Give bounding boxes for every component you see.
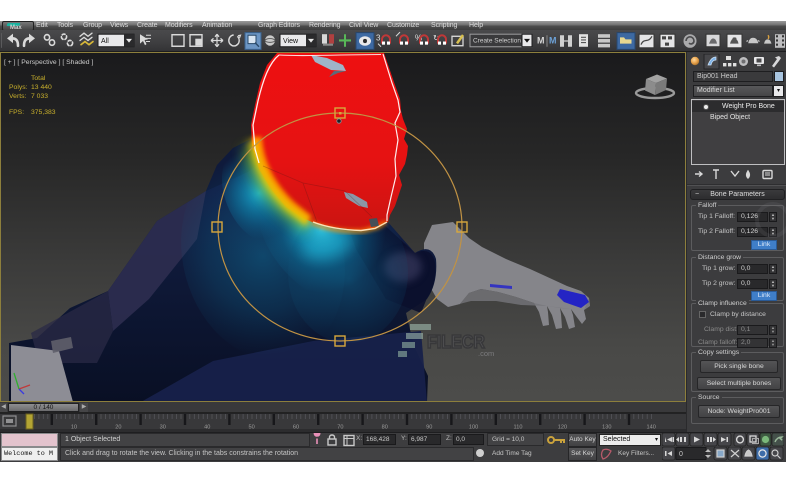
svg-text:FILECR: FILECR: [427, 332, 485, 352]
svg-text:100: 100: [469, 425, 478, 431]
svg-text:All: All: [101, 37, 109, 45]
svg-text:FPS:: FPS:: [9, 109, 24, 116]
svg-text:10: 10: [71, 425, 77, 431]
svg-text:50: 50: [248, 425, 254, 431]
svg-text:80: 80: [382, 425, 388, 431]
svg-text:110: 110: [514, 425, 523, 431]
svg-text:Total: Total: [31, 75, 46, 82]
svg-text:M: M: [549, 35, 557, 45]
svg-text:20: 20: [115, 425, 121, 431]
svg-text:M: M: [537, 35, 545, 45]
svg-text:0: 0: [679, 451, 683, 458]
svg-text:120: 120: [558, 425, 567, 431]
svg-text:Verts:: Verts:: [9, 93, 26, 100]
svg-text:13 440: 13 440: [31, 84, 52, 91]
svg-text:60: 60: [293, 425, 299, 431]
svg-text:30: 30: [160, 425, 166, 431]
svg-text:375,383: 375,383: [31, 109, 56, 116]
svg-text:140: 140: [647, 425, 656, 431]
svg-text:.com: .com: [478, 349, 494, 358]
svg-text:40: 40: [204, 425, 210, 431]
svg-text:130: 130: [602, 425, 611, 431]
svg-text:70: 70: [337, 425, 343, 431]
svg-text:90: 90: [426, 425, 432, 431]
svg-text:3: 3: [376, 33, 381, 42]
svg-text:7 033: 7 033: [31, 93, 48, 100]
svg-text:Polys:: Polys:: [9, 84, 28, 91]
svg-text:View: View: [283, 37, 299, 45]
svg-text:[ + ] [ Perspective ] [ Shaded: [ + ] [ Perspective ] [ Shaded ]: [4, 59, 93, 66]
